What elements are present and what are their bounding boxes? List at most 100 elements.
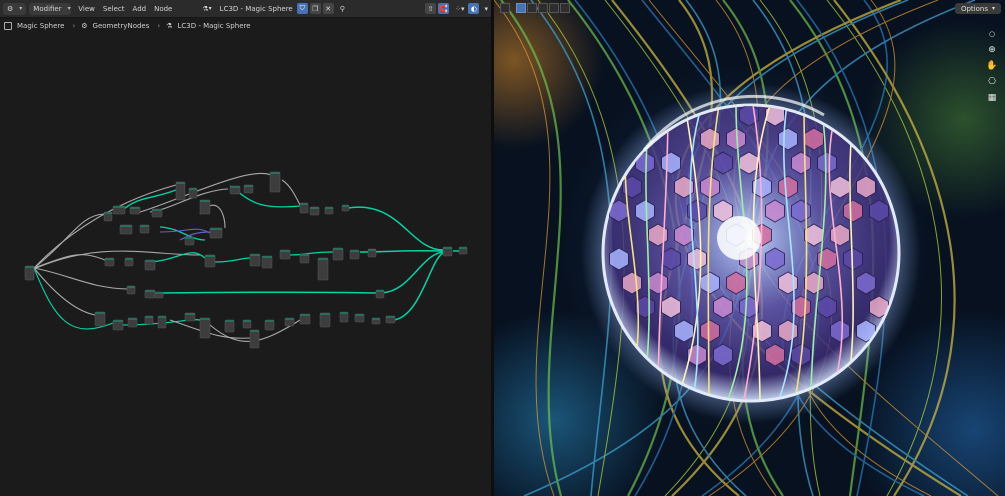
node-group-browse-button[interactable]: ⚗ ▾ [198,3,215,15]
node-header [128,318,137,320]
node-header [200,318,210,320]
snap-dropdown[interactable]: ⁘ ▾ [451,3,468,15]
axis-dot-icon[interactable]: ○ [986,28,998,40]
node-header [244,185,253,187]
node-link [179,231,211,241]
mode-dropdown[interactable]: Modifier ▾ [29,2,72,15]
node-header [145,290,155,292]
node-header [230,186,240,188]
node-box[interactable] [269,171,281,193]
node-tree-canvas[interactable] [0,0,491,496]
camera-icon[interactable]: ⎔ [986,76,998,88]
editor-type-dropdown[interactable]: ⚙ ▾ [3,2,27,15]
node-header [185,237,194,239]
node-group-name-field[interactable]: LC3D - Magic Sphere [216,3,297,15]
node-link [347,206,444,251]
node-link [289,251,334,256]
node-box[interactable] [94,311,106,327]
tool-select-icon[interactable] [500,3,510,13]
node-box[interactable] [317,257,329,281]
node-header [262,256,272,258]
pin-icon[interactable]: ⚲ [336,3,349,15]
node-link [379,251,444,294]
node-header [140,225,149,227]
hand-pan-icon[interactable]: ✋ [986,60,998,72]
select-intersect-icon[interactable] [560,3,570,13]
breadcrumb-node-group-label: LC3D - Magic Sphere [177,22,251,30]
navigation-gizmo: ○ ⊕ ✋ ⎔ ▦ [986,28,1000,108]
node-header [225,320,234,322]
mode-dropdown-label: Modifier [33,4,62,13]
node-header [158,316,166,318]
node-editor-area[interactable]: ⚙ ▾ Modifier ▾ View Select Add Node ⚗ ▾ LC3… [0,0,491,496]
node-box[interactable] [175,181,186,201]
node-header [355,314,364,316]
node-box[interactable] [249,329,260,349]
node-header [210,228,222,230]
chevron-right-icon: › [72,22,76,30]
node-header [310,207,319,209]
menu-view[interactable]: View [74,3,99,15]
node-header [205,255,215,257]
grid-icon[interactable]: ▦ [986,92,998,104]
node-header [189,188,197,190]
node-box[interactable] [199,317,211,339]
menu-select[interactable]: Select [99,3,129,15]
select-mode-toolbar [500,3,571,13]
select-subtract-icon[interactable] [538,3,548,13]
node-header [185,313,195,315]
parent-node-tree-icon[interactable]: ⇧ [425,3,437,14]
node-header [265,320,274,322]
node-link [159,291,377,294]
menu-add[interactable]: Add [129,3,151,15]
duplicate-icon[interactable]: ❐ [309,3,321,14]
node-header [386,316,395,318]
node-link [119,189,177,213]
overlay-dropdown[interactable]: ▾ [481,3,491,15]
node-header [340,312,348,314]
breadcrumb: Magic Sphere › ⚙ GeometryNodes › ⚗ LC3D … [4,20,257,32]
node-tree-icon: ⚗ [166,22,173,30]
node-editor-icon: ⚙ [7,4,14,13]
breadcrumb-node-group: ⚗ LC3D - Magic Sphere [166,22,250,30]
menu-node[interactable]: Node [150,3,176,15]
options-dropdown[interactable]: Options ▾ [954,3,1001,14]
close-icon[interactable]: ✕ [322,3,334,14]
node-link [33,184,177,269]
snap-icon[interactable]: 🧲 [438,3,450,14]
breadcrumb-modifier: ⚙ GeometryNodes [81,22,149,30]
mesh-object-icon [4,22,12,30]
node-header [318,258,328,260]
node-link [33,267,96,316]
node-link [281,179,301,206]
node-header [280,250,290,252]
chevron-down-icon: ▾ [991,5,995,12]
node-header [368,249,376,251]
chevron-right-icon: › [157,22,161,30]
chevron-down-icon: ▾ [460,4,465,13]
breadcrumb-object: Magic Sphere [4,22,64,30]
select-invert-icon[interactable] [549,3,559,13]
node-header [113,206,125,208]
overlay-icon[interactable]: ◐ [468,3,480,14]
node-header [300,254,309,256]
node-header [300,203,308,205]
fake-user-shield-icon[interactable]: ⛉ [296,3,308,14]
select-extend-icon[interactable] [527,3,537,13]
node-header [350,250,359,252]
select-box-icon[interactable] [516,3,526,13]
node-header [200,200,210,202]
node-box[interactable] [24,265,35,281]
node-box[interactable] [199,199,211,215]
node-header [270,172,280,174]
node-link [214,257,251,263]
chevron-down-icon: ▾ [67,5,71,12]
node-link [229,185,301,208]
zoom-icon[interactable]: ⊕ [986,44,998,56]
chevron-down-icon: ▾ [484,4,488,13]
node-box[interactable] [319,312,331,328]
node-header [113,320,123,322]
3d-viewport[interactable]: Options ▾ ○ ⊕ ✋ ⎔ ▦ [494,0,1005,496]
node-header [243,320,251,322]
breadcrumb-object-label: Magic Sphere [17,22,65,30]
